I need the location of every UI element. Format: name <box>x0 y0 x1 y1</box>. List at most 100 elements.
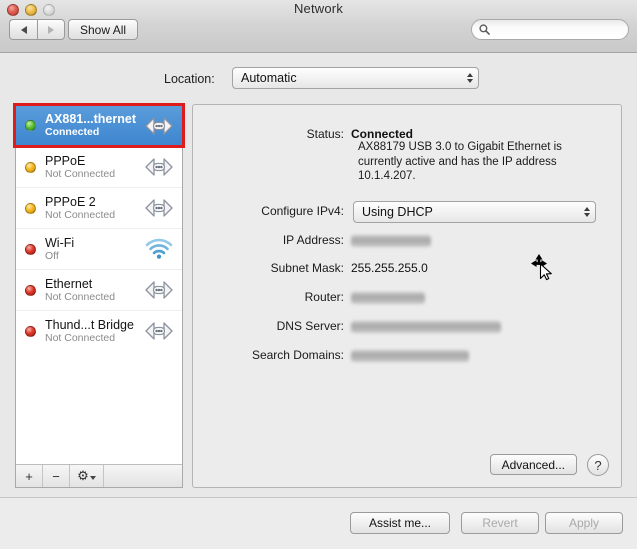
ethernet-port-icon <box>142 317 176 345</box>
status-description: AX88179 USB 3.0 to Gigabit Ethernet is c… <box>358 141 562 182</box>
network-service-name: PPPoE 2 <box>45 194 96 209</box>
configure-ipv4-value: Using DHCP <box>362 205 433 219</box>
dns-server-row: DNS Server: <box>193 319 621 333</box>
window-title: Network <box>293 1 344 16</box>
wifi-icon <box>142 235 176 263</box>
configure-ipv4-dropdown[interactable]: Using DHCP <box>353 201 596 223</box>
network-preferences-window: Network Show All Location: Automatic AX8… <box>0 0 637 549</box>
router-value <box>351 290 425 304</box>
network-service-name: PPPoE <box>45 153 86 168</box>
network-service-row[interactable]: Ethernet Not Connected <box>16 269 182 310</box>
network-service-name: Wi-Fi <box>45 235 75 250</box>
configure-ipv4-label: Configure IPv4: <box>261 204 344 218</box>
network-service-text: Wi-Fi Off <box>45 236 142 263</box>
router-row: Router: <box>193 290 621 304</box>
status-label: Status: <box>306 127 344 141</box>
chevron-updown-icon <box>584 207 590 217</box>
network-service-status: Connected <box>45 126 100 138</box>
ethernet-port-icon <box>142 194 176 222</box>
ethernet-port-icon <box>142 153 176 181</box>
subnet-mask-row: Subnet Mask: 255.255.255.0 <box>193 261 621 275</box>
network-service-row[interactable]: AX881...thernet Connected <box>16 105 182 146</box>
forward-arrow-icon <box>48 25 54 34</box>
navigation-button-group <box>9 19 65 40</box>
revert-label: Revert <box>482 516 518 530</box>
minus-icon: − <box>52 468 60 484</box>
search-field[interactable] <box>471 19 629 40</box>
status-row: Status: Connected <box>193 127 621 141</box>
apply-button: Apply <box>545 512 623 534</box>
plus-icon: + <box>25 468 33 484</box>
assist-me-label: Assist me... <box>368 516 431 530</box>
redacted-dns-server <box>351 320 501 333</box>
location-value: Automatic <box>241 71 297 85</box>
ethernet-port-icon <box>142 112 176 140</box>
network-service-name: AX881...thernet <box>45 112 137 126</box>
network-service-row[interactable]: PPPoE Not Connected <box>16 146 182 187</box>
sidebar-footer-toolbar: + − ⚙ <box>16 464 182 487</box>
network-service-status: Not Connected <box>45 290 116 303</box>
location-dropdown[interactable]: Automatic <box>232 67 479 89</box>
chevron-updown-icon <box>467 73 473 83</box>
network-service-text: PPPoE 2 Not Connected <box>45 195 142 222</box>
forward-button <box>37 19 65 40</box>
revert-button: Revert <box>461 512 539 534</box>
status-value: Connected <box>351 127 414 141</box>
network-services-sidebar[interactable]: AX881...thernet Connected PPPoE Not Connect… <box>15 104 183 488</box>
status-dot-red-icon <box>25 325 36 337</box>
window-bottom-bar: Assist me... Revert Apply <box>0 497 637 549</box>
dns-server-value <box>351 319 501 333</box>
ip-address-row: IP Address: <box>193 233 621 247</box>
search-input[interactable] <box>494 23 614 36</box>
help-button[interactable]: ? <box>587 454 609 476</box>
service-detail-panel: Status: Connected AX88179 USB 3.0 to Gig… <box>192 104 622 488</box>
show-all-label: Show All <box>80 22 127 37</box>
status-dot-green-icon <box>25 120 36 131</box>
status-dot-amber-icon <box>25 202 36 214</box>
service-actions-menu-button[interactable]: ⚙ <box>70 465 104 487</box>
ip-address-value <box>351 233 431 247</box>
location-label: Location: <box>164 72 215 86</box>
search-domains-label: Search Domains: <box>251 348 344 362</box>
search-domains-row: Search Domains: <box>193 348 621 362</box>
advanced-label: Advanced... <box>501 457 565 472</box>
network-service-text: AX881...thernet Connected <box>45 112 142 139</box>
question-mark-icon: ? <box>594 457 602 473</box>
network-service-text: Thund...t Bridge Not Connected <box>45 318 142 345</box>
remove-service-button[interactable]: − <box>43 465 70 487</box>
assist-me-button[interactable]: Assist me... <box>350 512 450 534</box>
redacted-search-domains <box>351 349 469 362</box>
ip-address-label: IP Address: <box>282 233 344 247</box>
network-service-list[interactable]: AX881...thernet Connected PPPoE Not Connect… <box>16 105 182 465</box>
network-service-status: Not Connected <box>45 208 116 221</box>
network-service-name: Ethernet <box>45 276 93 291</box>
show-all-button[interactable]: Show All <box>68 19 139 40</box>
search-icon <box>479 24 490 35</box>
network-service-status: Not Connected <box>45 167 116 180</box>
add-service-button[interactable]: + <box>16 465 43 487</box>
advanced-button[interactable]: Advanced... <box>489 454 577 475</box>
redacted-ip-address <box>351 234 431 247</box>
network-service-row[interactable]: PPPoE 2 Not Connected <box>16 187 182 228</box>
gear-icon: ⚙ <box>77 468 89 483</box>
subnet-mask-value: 255.255.255.0 <box>351 261 428 275</box>
status-dot-red-icon <box>25 284 36 296</box>
back-arrow-icon <box>20 25 27 34</box>
network-service-row[interactable]: Thund...t Bridge Not Connected <box>16 310 182 351</box>
network-service-text: Ethernet Not Connected <box>45 277 142 304</box>
network-service-status: Not Connected <box>45 331 116 344</box>
status-dot-amber-icon <box>25 161 36 173</box>
network-service-name: Thund...t Bridge <box>45 317 134 332</box>
apply-label: Apply <box>568 516 600 530</box>
window-titlebar: Network Show All <box>0 0 637 53</box>
search-domains-value <box>351 348 469 362</box>
router-label: Router: <box>304 290 344 304</box>
network-service-row[interactable]: Wi-Fi Off <box>16 228 182 269</box>
subnet-mask-label: Subnet Mask: <box>270 261 344 275</box>
network-service-status: Off <box>45 249 59 262</box>
dns-server-label: DNS Server: <box>276 319 344 333</box>
redacted-router <box>351 291 425 304</box>
network-service-text: PPPoE Not Connected <box>45 154 142 181</box>
back-button[interactable] <box>9 19 37 40</box>
ethernet-port-icon <box>142 276 176 304</box>
